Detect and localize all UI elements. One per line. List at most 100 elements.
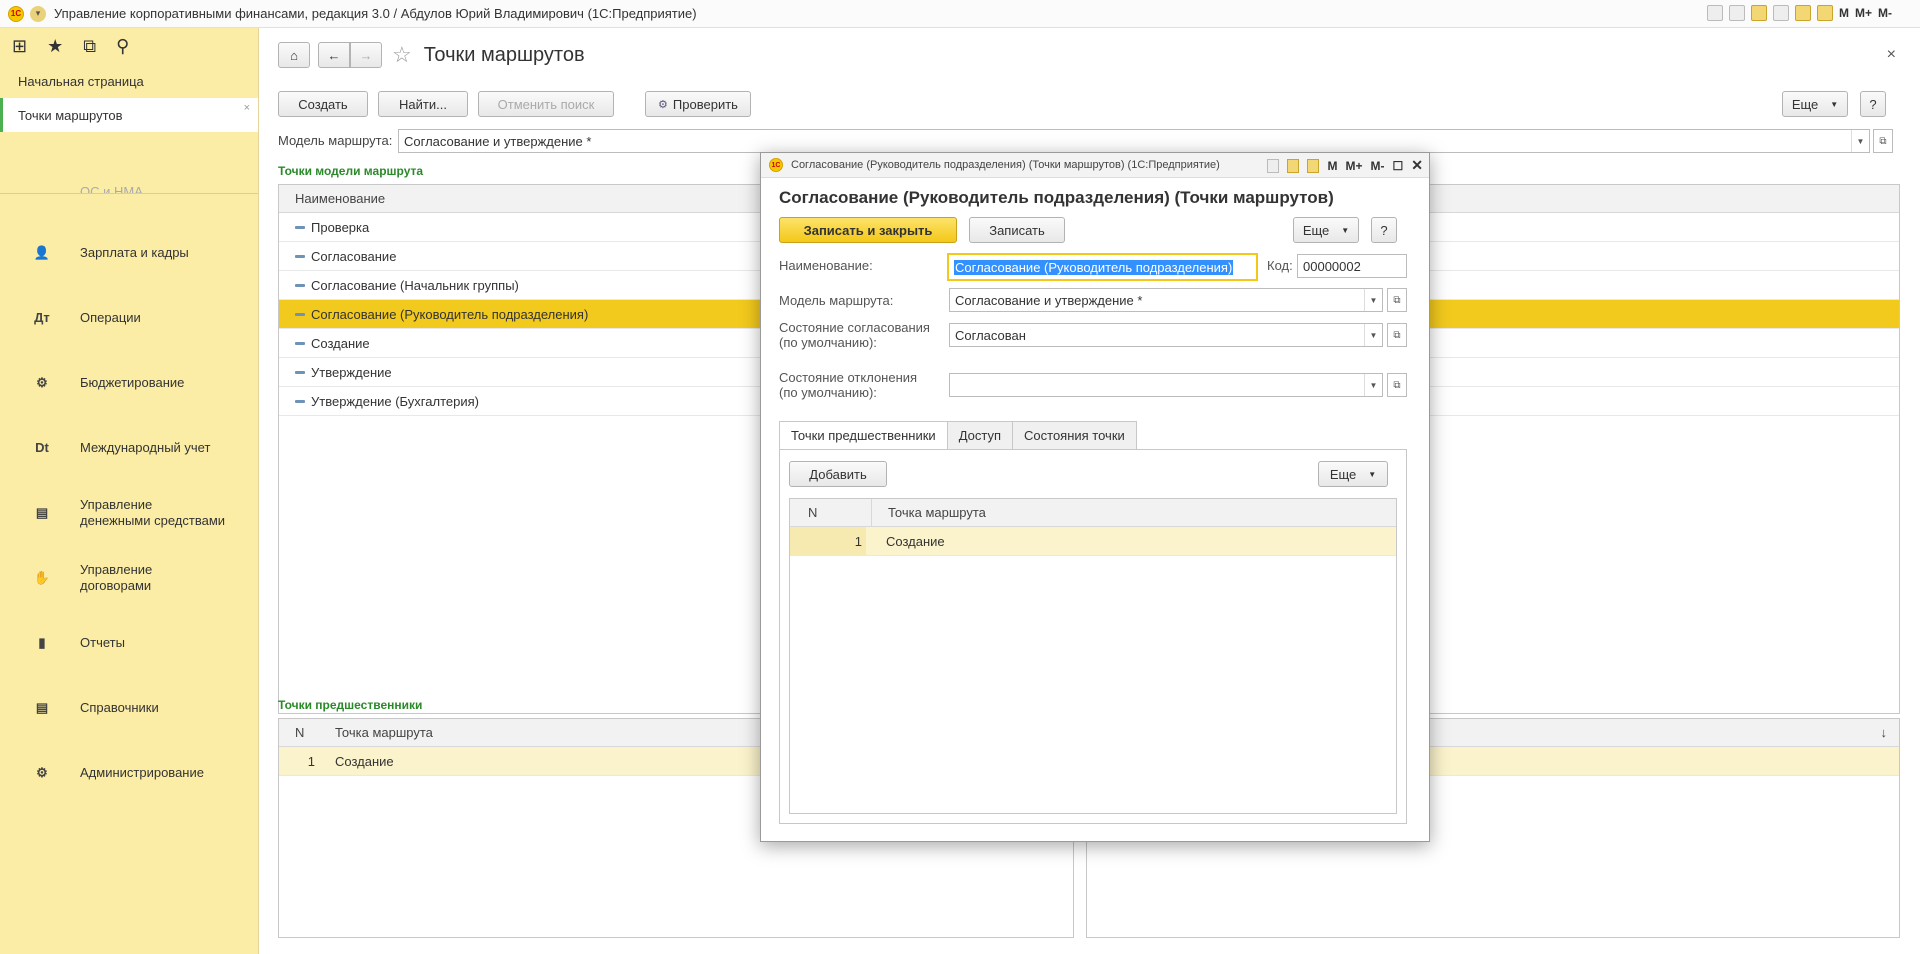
model-field[interactable]: Согласование и утверждение * ▼ <box>398 129 1870 153</box>
m-plus-button[interactable]: M+ <box>1855 6 1872 20</box>
sidebar-item-cash[interactable]: ▤ Управление денежными средствами <box>0 480 258 545</box>
more-button[interactable]: Еще ▼ <box>1318 461 1388 487</box>
approval-state-field[interactable]: Согласован ▼ <box>949 323 1383 347</box>
close-icon[interactable]: × <box>244 102 250 114</box>
history-icon[interactable] <box>1772 5 1789 21</box>
print-icon[interactable] <box>1728 5 1745 21</box>
points-section-title: Точки модели маршрута <box>278 164 424 178</box>
history-icon[interactable]: ⧉ <box>83 36 96 57</box>
page-title: Точки маршрутов <box>423 43 585 66</box>
sidebar-item-label: Международный учет <box>80 439 211 455</box>
model-label: Модель маршрута: <box>779 293 894 308</box>
find-button[interactable]: Найти... <box>378 91 468 117</box>
save-and-close-button[interactable]: Записать и закрыть <box>779 217 957 243</box>
column-header-point[interactable]: Точка маршрута <box>872 505 986 520</box>
m-minus-button[interactable]: M- <box>1371 159 1385 173</box>
m-minus-button[interactable]: M- <box>1878 6 1892 20</box>
model-field[interactable]: Согласование и утверждение * ▼ <box>949 288 1383 312</box>
save-icon[interactable] <box>1706 5 1723 21</box>
chevron-down-icon[interactable]: ▼ <box>1364 289 1382 311</box>
code-input[interactable]: 00000002 <box>1297 254 1407 278</box>
m-plus-button[interactable]: M+ <box>1345 159 1362 173</box>
calendar-icon[interactable] <box>1307 158 1320 173</box>
tab-point-states[interactable]: Состояния точки <box>1012 421 1137 450</box>
open-icon[interactable]: ⧉ <box>1387 373 1407 397</box>
approval-state-label: Состояние согласования (по умолчанию): <box>779 320 930 350</box>
reject-state-field[interactable]: ▼ <box>949 373 1383 397</box>
money-icon: ▤ <box>35 504 49 520</box>
sort-down-icon[interactable]: ↓ <box>1881 725 1888 740</box>
open-icon[interactable]: ⧉ <box>1873 129 1893 153</box>
calendar-icon[interactable] <box>1816 5 1833 21</box>
table-row[interactable]: 1 Создание <box>790 527 1396 556</box>
search-icon[interactable]: ⚲ <box>116 36 129 57</box>
star-icon[interactable]: ★ <box>47 36 63 57</box>
favorites-icon[interactable] <box>1750 5 1767 21</box>
code-label: Код: <box>1267 258 1293 273</box>
name-input[interactable]: Согласование (Руководитель подразделения… <box>947 253 1258 281</box>
cell: Согласование (Руководитель подразделения… <box>311 306 589 322</box>
forward-button[interactable]: → <box>350 42 382 68</box>
sidebar-toolbar: ⊞ ★ ⧉ ⚲ <box>0 28 258 64</box>
open-icon[interactable]: ⧉ <box>1387 323 1407 347</box>
1c-logo-icon: 1С <box>8 5 24 22</box>
sidebar-item-payroll[interactable]: 👤 Зарплата и кадры <box>0 220 258 285</box>
sidebar-item-os-nma[interactable]: ОС и НМА <box>80 184 143 193</box>
star-outline-icon[interactable]: ☆ <box>392 42 412 68</box>
sidebar-item-international[interactable]: Dt Международный учет <box>0 415 258 480</box>
cancel-search-button[interactable]: Отменить поиск <box>478 91 614 117</box>
sidebar-sections: 👤 Зарплата и кадры Дт Операции ⚙ Бюджетиров… <box>0 194 258 805</box>
create-button[interactable]: Создать <box>278 91 368 117</box>
m-button[interactable]: M <box>1327 159 1337 173</box>
column-header-n[interactable]: N <box>279 725 319 740</box>
sidebar-item-label: Управление денежными средствами <box>80 496 226 528</box>
help-button[interactable]: ? <box>1371 217 1397 243</box>
sidebar-item-admin[interactable]: ⚙ Администрирование <box>0 740 258 805</box>
link-icon[interactable] <box>1267 158 1280 173</box>
scrollbar[interactable] <box>1887 185 1897 713</box>
tab-access[interactable]: Доступ <box>946 421 1014 450</box>
sidebar-item-budgeting[interactable]: ⚙ Бюджетирование <box>0 350 258 415</box>
sidebar-item-reports[interactable]: ▮ Отчеты <box>0 610 258 675</box>
chevron-down-icon[interactable]: ▼ <box>1364 324 1382 346</box>
column-header-n[interactable]: N <box>790 499 872 526</box>
column-header-name[interactable]: Наименование <box>279 191 385 206</box>
more-button[interactable]: Еще ▼ <box>1293 217 1359 243</box>
close-icon[interactable]: × <box>1887 46 1896 64</box>
help-button[interactable]: ? <box>1860 91 1886 117</box>
save-button[interactable]: Записать <box>969 217 1065 243</box>
chevron-down-icon: ▼ <box>1830 99 1839 109</box>
m-button[interactable]: M <box>1839 6 1849 20</box>
home-button[interactable]: ⌂ <box>278 42 310 68</box>
cell: Утверждение <box>311 364 392 380</box>
reject-state-label-line1: Состояние отклонения <box>779 370 918 385</box>
add-button[interactable]: Добавить <box>789 461 887 487</box>
tab-bar: Точки предшественники Доступ Состояния т… <box>779 421 1137 450</box>
calculator-icon[interactable] <box>1794 5 1811 21</box>
chevron-down-icon[interactable]: ▼ <box>1851 130 1869 152</box>
check-icon: ⚙ <box>658 98 668 111</box>
cell: Согласование (Начальник группы) <box>311 277 519 293</box>
check-button-label: Проверить <box>672 96 738 112</box>
close-icon[interactable]: ✕ <box>1411 157 1423 174</box>
open-item-label: Точки маршрутов <box>18 107 123 123</box>
more-button[interactable]: Еще ▼ <box>1782 91 1848 117</box>
model-label: Модель маршрута: <box>278 133 393 148</box>
back-button[interactable]: ← <box>318 42 350 68</box>
open-item-home[interactable]: Начальная страница <box>0 64 258 98</box>
column-header-point[interactable]: Точка маршрута <box>319 725 433 740</box>
open-item-route-points[interactable]: Точки маршрутов × <box>0 98 258 132</box>
sidebar-item-operations[interactable]: Дт Операции <box>0 285 258 350</box>
tab-predecessors[interactable]: Точки предшественники <box>779 421 948 450</box>
main-menu-icon[interactable]: ▾ <box>30 5 46 22</box>
sidebar-item-contracts[interactable]: ✋ Управление договорами <box>0 545 258 610</box>
maximize-icon[interactable]: ☐ <box>1393 159 1404 173</box>
dialog-window-title: Согласование (Руководитель подразделения… <box>791 159 1220 171</box>
check-button[interactable]: ⚙ Проверить <box>645 91 751 117</box>
calculator-icon[interactable] <box>1287 158 1300 173</box>
sidebar-item-directories[interactable]: ▤ Справочники <box>0 675 258 740</box>
open-icon[interactable]: ⧉ <box>1387 288 1407 312</box>
chevron-down-icon[interactable]: ▼ <box>1364 374 1382 396</box>
apps-grid-icon[interactable]: ⊞ <box>12 36 27 57</box>
person-icon: 👤 <box>33 244 51 260</box>
